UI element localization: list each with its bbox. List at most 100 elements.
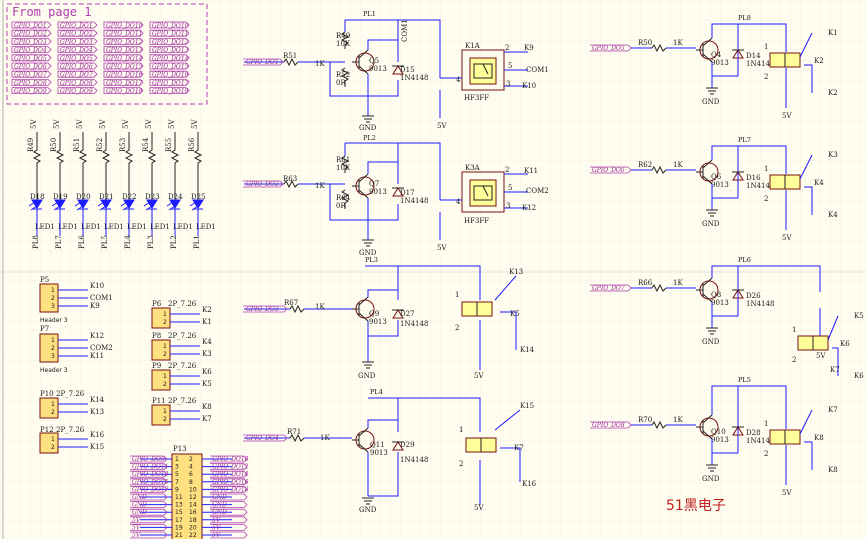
port-label: GPIO_DO3	[60, 39, 93, 46]
resistor-ref: R50	[50, 138, 58, 152]
header-type: Header 3	[40, 317, 68, 324]
resistor-ref: R49	[27, 138, 35, 152]
port-label: 5V	[132, 517, 141, 524]
vcc-label: 5V	[782, 489, 792, 497]
transistor-ref: Q6	[711, 173, 722, 181]
vcc-label: 5V	[816, 352, 826, 360]
transistor-ref: Q9	[369, 310, 379, 318]
pin-number: 3	[51, 353, 55, 360]
pin-number: 2	[764, 450, 768, 458]
pin-number: 1	[764, 43, 768, 51]
net-k10: K10	[522, 82, 536, 90]
port-label: GND	[132, 509, 147, 516]
port-label: GPIO_DO3	[246, 306, 279, 313]
vcc-label: 5V	[145, 119, 153, 129]
net-label: PL8	[738, 14, 751, 22]
diode-ref: D20	[76, 193, 91, 201]
header-ref: P7	[40, 325, 49, 333]
led-label: LED1	[173, 223, 193, 231]
ground-label: GND	[702, 338, 720, 346]
net-label: K16	[90, 431, 105, 439]
net-label: PL5	[101, 235, 109, 249]
net-no: K1	[828, 29, 838, 37]
diode-ref: D23	[145, 193, 160, 201]
header-ref: P5	[40, 276, 49, 284]
diode-type: 1N4148	[400, 74, 428, 82]
port-label: GPIO_DO11	[152, 31, 188, 38]
net-label: PL7	[738, 136, 751, 144]
net-k16: K16	[522, 480, 537, 488]
pin-number: 1	[175, 456, 179, 463]
pin-number: 3	[506, 202, 510, 210]
led-label: LED1	[127, 223, 147, 231]
port-label: GPIO_DO10	[152, 23, 189, 30]
pin-number: 1	[792, 326, 796, 334]
diode-ref: D25	[191, 193, 206, 201]
net-k12: K12	[522, 204, 536, 212]
vcc-label: 5V	[782, 234, 792, 242]
header-type: 2P_7.26	[168, 300, 197, 308]
transistor-ref: Q7	[369, 180, 379, 188]
port-label: GND	[212, 509, 227, 516]
ground-label: GND	[358, 372, 376, 380]
relay-type: HF3FF	[464, 217, 489, 225]
port-label: GPIO_DO14	[212, 471, 249, 478]
port-label: GPIO_DO2	[60, 31, 93, 38]
diode-type: 1N4148	[400, 456, 428, 464]
port-label: GND	[132, 502, 147, 509]
relay-ref: K8	[814, 434, 824, 442]
diode-ref: D17	[400, 189, 415, 197]
net-com1: COM1	[526, 66, 549, 74]
led-label: LED1	[35, 223, 55, 231]
net-k14: K14	[520, 346, 535, 354]
header-body	[151, 404, 171, 426]
resistor-value: 1K	[673, 279, 683, 287]
pin-number: 22	[189, 532, 197, 539]
resistor-ref: R54	[142, 137, 150, 152]
pin-number: 1	[455, 291, 459, 299]
net-com: K4	[828, 211, 838, 219]
net-label-pl2: PL2	[363, 134, 376, 142]
net-label: PL2	[170, 235, 178, 249]
diode-type: 1N4148	[746, 300, 774, 308]
diode-ref: D26	[746, 292, 761, 300]
pin-number: 1	[51, 401, 55, 408]
pin-number: 2	[163, 416, 167, 423]
vcc-label: 5V	[474, 372, 484, 380]
net-label: PL1	[193, 235, 201, 249]
relay-ref: K1A	[465, 42, 481, 50]
diode-ref: D16	[746, 174, 761, 182]
port-label: GPIO_DO17	[132, 486, 169, 493]
net-label: K4	[202, 338, 212, 346]
pin-number: 2	[505, 44, 509, 52]
port-label: GPIO_DO13	[152, 47, 189, 54]
header-body	[39, 333, 59, 363]
port-label: GPIO_DO8	[60, 80, 93, 87]
resistor-ref: R52	[96, 138, 104, 152]
resistor-value: 0R	[336, 202, 346, 210]
port-label: GPIO_DO9	[60, 88, 93, 95]
pin-number: 1	[51, 337, 55, 344]
resistor-value: 1K	[673, 416, 683, 424]
port-label: GPIO_DO11	[106, 31, 142, 38]
header-body	[39, 397, 59, 419]
transistor-type: 9013	[369, 188, 387, 196]
pin-number: 18	[189, 517, 197, 524]
ground-label: GND	[702, 98, 720, 106]
transistor-type: 9013	[711, 299, 729, 307]
resistor-value: 1K	[673, 39, 683, 47]
port-label: GPIO_DO14	[152, 55, 189, 62]
vcc-label: 5V	[53, 119, 61, 129]
port-label: GPIO_DO12	[152, 39, 189, 46]
net-label: COM2	[90, 344, 113, 352]
diode-ref: D15	[400, 66, 415, 74]
watermark-text: 51黑电子	[666, 498, 726, 514]
pin-number: 6	[189, 471, 193, 478]
pin-number: 2	[163, 319, 167, 326]
pin-number: 1	[163, 311, 167, 318]
header-ref: P11	[152, 397, 166, 405]
pin-number: 4	[456, 198, 461, 206]
net-label: PL8	[32, 235, 40, 249]
net-label: K1	[202, 318, 212, 326]
vcc-label: 5V	[437, 122, 447, 130]
